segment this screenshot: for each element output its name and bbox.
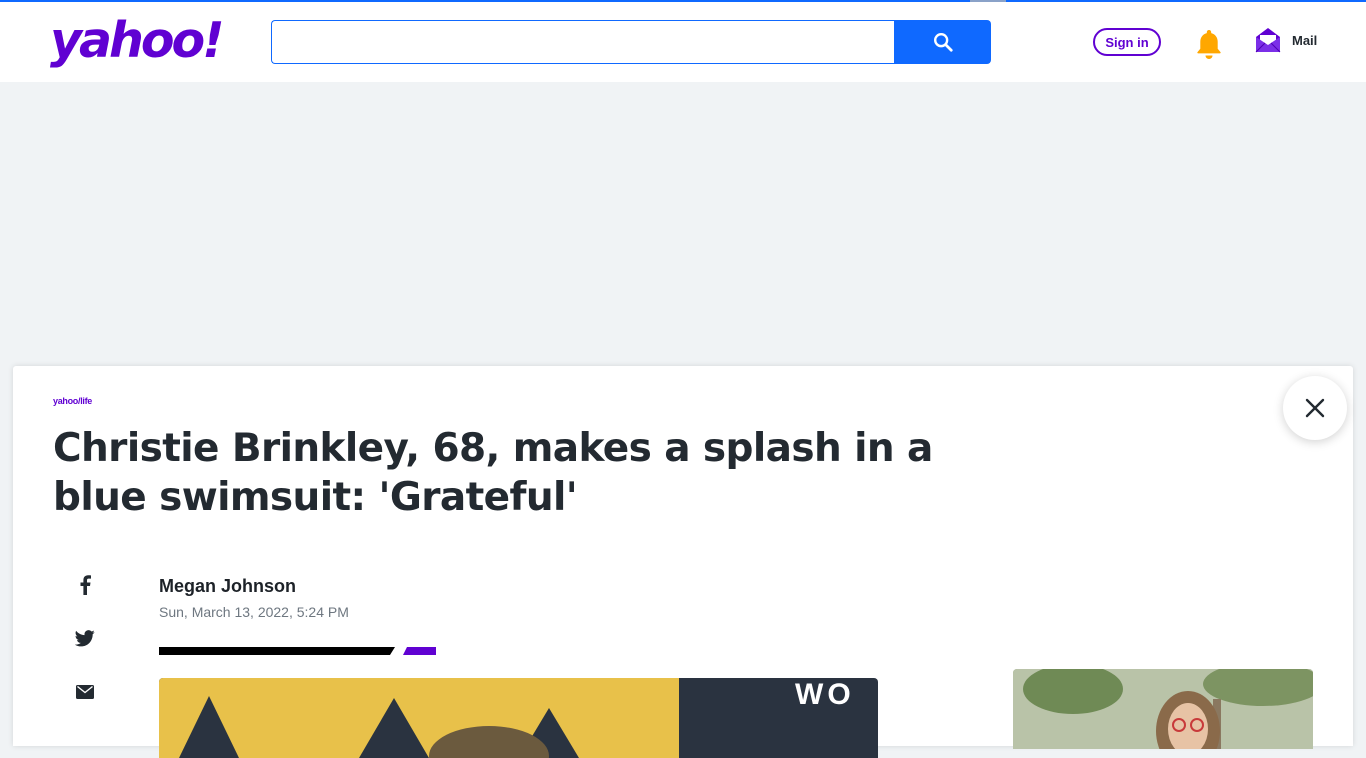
sidebar-ad-image[interactable] [1013, 669, 1313, 749]
mail-label: Mail [1292, 32, 1318, 48]
share-email-button[interactable] [75, 682, 95, 702]
search-input[interactable] [271, 20, 895, 64]
article-divider-bar [159, 647, 436, 655]
article-author[interactable]: Megan Johnson [159, 576, 296, 597]
article-hero-image: WO [159, 678, 878, 758]
sidebar-image-shapes [1013, 669, 1313, 749]
hero-image-shapes [179, 696, 579, 758]
share-twitter-button[interactable] [75, 628, 95, 648]
search-icon [933, 33, 953, 52]
notifications-button[interactable] [1194, 28, 1224, 60]
article-modal: yahoo/life Christie Brinkley, 68, makes … [13, 366, 1353, 758]
yahoo-logo[interactable]: yahoo! [50, 16, 225, 65]
article-date: Sun, March 13, 2022, 5:24 PM [159, 604, 349, 620]
email-icon [76, 685, 94, 699]
close-button[interactable] [1283, 376, 1347, 440]
twitter-icon [75, 629, 95, 646]
share-facebook-button[interactable] [75, 575, 95, 595]
facebook-icon [80, 575, 91, 595]
search-button[interactable] [894, 20, 991, 64]
yahoo-life-logo: yahoo/life [53, 396, 93, 406]
close-icon [1305, 398, 1325, 418]
hero-image-text: WO [795, 678, 855, 711]
site-header: yahoo! Sign in Mail [0, 2, 1366, 82]
mail-link[interactable]: Mail [1254, 26, 1317, 54]
article-title: Christie Brinkley, 68, makes a splash in… [53, 426, 933, 520]
bell-icon [1197, 30, 1221, 59]
sign-in-button[interactable]: Sign in [1093, 28, 1161, 56]
mail-icon [1255, 28, 1281, 53]
search-bar [271, 20, 991, 64]
